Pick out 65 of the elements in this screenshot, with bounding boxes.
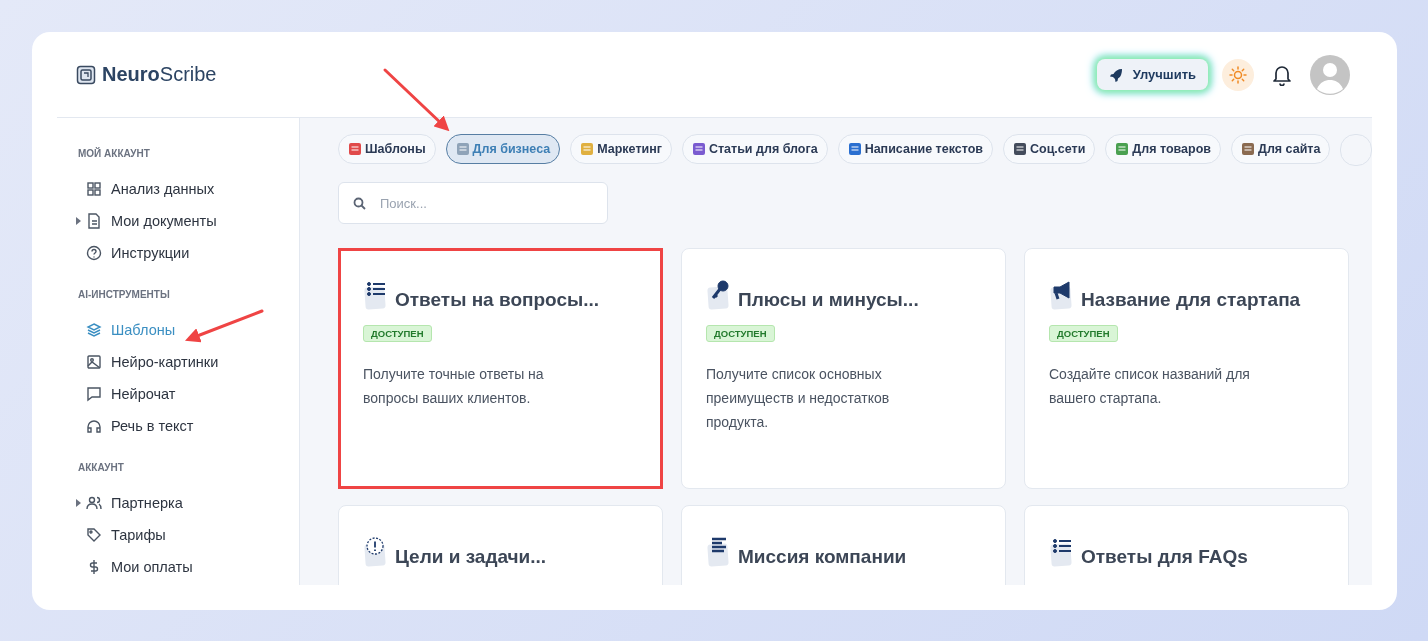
card-title: Цели и задачи...: [395, 546, 547, 568]
card-title: Ответы на вопросы...: [395, 289, 600, 311]
template-card[interactable]: Ответы на вопросы... ДОСТУПЕН Получите точные ответы на вопросы ваших клиентов.: [338, 248, 663, 489]
sidebar-item[interactable]: Нейрочат: [78, 378, 299, 410]
emoji-icon: [580, 142, 595, 156]
sidebar-item[interactable]: Инструкции: [78, 237, 299, 269]
notification-bell-icon[interactable]: [1272, 63, 1292, 86]
sidebar-item[interactable]: Анализ данных: [78, 173, 299, 205]
menu-item-icon: [86, 322, 102, 338]
emoji-icon: [847, 142, 862, 156]
menu-item-icon: [86, 213, 102, 229]
card-title: Плюсы и минусы...: [738, 289, 919, 311]
section-heading: МОЙ АККАУНТ: [78, 148, 151, 159]
template-card[interactable]: Ответы для FAQs: [1024, 505, 1349, 585]
template-card[interactable]: Миссия компании: [681, 505, 1006, 585]
card-title: Ответы для FAQs: [1081, 546, 1248, 568]
menu-item-icon: [86, 386, 102, 402]
category-chip[interactable]: Шаблоны: [338, 134, 436, 164]
menu-item-icon: [86, 181, 102, 197]
sidebar-item[interactable]: Нейро-картинки: [78, 346, 299, 378]
sidebar-item[interactable]: Тарифы: [78, 519, 299, 551]
sidebar-item[interactable]: Шаблоны: [78, 314, 299, 346]
menu-item-icon: [86, 245, 102, 261]
rocket-icon: [1108, 67, 1123, 82]
status-badge: ДОСТУПЕН: [706, 325, 775, 342]
emoji-icon: [1241, 142, 1255, 156]
annotation-arrow: [383, 68, 450, 132]
emoji-icon: [1012, 142, 1027, 156]
sidebar-item[interactable]: Мои оплаты: [78, 551, 299, 583]
menu-item-icon: [86, 495, 102, 511]
menu-item-icon: [86, 354, 102, 370]
category-chip[interactable]: Для сайта: [1231, 134, 1331, 164]
card-title: Название для стартапа: [1081, 289, 1301, 311]
template-card[interactable]: Цели и задачи...: [338, 505, 663, 585]
logo-icon: [76, 64, 96, 85]
template-card[interactable]: Название для стартапа ДОСТУПЕН Создайте список названий для вашего стартапа.: [1024, 248, 1349, 489]
template-card[interactable]: Плюсы и минусы... ДОСТУПЕН Получите список основных преимуществ и недостатков продукта.: [681, 248, 1006, 489]
section-heading: АККАУНТ: [78, 462, 125, 473]
category-chip[interactable]: Написание текстов: [837, 134, 993, 164]
card-description: Получите список основных преимуществ и недостатков продукта.: [706, 365, 891, 432]
sidebar-item[interactable]: Партнерка: [78, 487, 299, 519]
category-chip[interactable]: Соц.сети: [1002, 134, 1096, 164]
menu-item-icon: [86, 527, 102, 543]
category-chip[interactable]: Статьи для блога: [681, 134, 828, 164]
card-description: Получите точные ответы на вопросы ваших клиентов.: [363, 365, 545, 408]
emoji-icon: [455, 142, 470, 156]
avatar-icon[interactable]: [1310, 54, 1350, 95]
logo-text[interactable]: NeuroScribe: [102, 63, 217, 86]
emoji-icon: [691, 142, 706, 156]
status-badge: ДОСТУПЕН: [363, 325, 432, 342]
card-description: Создайте список названий для вашего стартапа.: [1049, 365, 1251, 408]
category-chip[interactable]: Для товаров: [1105, 134, 1221, 164]
menu-item-icon: [86, 418, 102, 434]
card-title: Миссия компании: [738, 546, 907, 568]
emoji-icon: [348, 142, 362, 156]
status-badge: ДОСТУПЕН: [1049, 325, 1118, 342]
sidebar-item[interactable]: Речь в текст: [78, 410, 299, 442]
sun-icon: [1229, 65, 1247, 84]
section-heading: AI-ИНСТРУМЕНТЫ: [78, 289, 171, 300]
upgrade-button[interactable]: Улучшить: [1096, 59, 1208, 90]
search-field[interactable]: Поиск...: [338, 182, 608, 224]
sidebar-item[interactable]: Мои документы: [78, 205, 299, 237]
category-chip[interactable]: Маркетинг: [570, 134, 672, 164]
emoji-icon: [1115, 142, 1130, 156]
theme-toggle-button[interactable]: [1222, 58, 1254, 91]
